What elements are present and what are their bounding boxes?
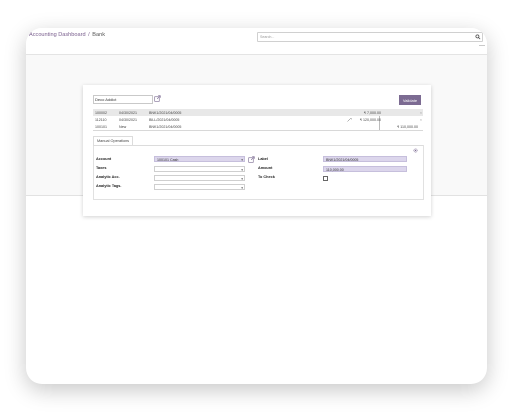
- line-label: BNK1/2021/04/0005: [149, 110, 182, 115]
- search-box: [257, 32, 483, 42]
- app-window: Accounting Dashboard / Bank Validate: [26, 28, 487, 384]
- search-icon[interactable]: [475, 33, 481, 40]
- table-row[interactable]: 100101 New BNK1/2021/04/0005 ₹ 110,000.0…: [93, 123, 423, 131]
- tab-divider: [93, 145, 423, 146]
- analytic-tags-select[interactable]: ▾: [154, 184, 245, 190]
- dropdown-caret-icon: ▾: [241, 168, 243, 172]
- account-select[interactable]: 100101 Cash ▾: [154, 156, 245, 162]
- gear-icon[interactable]: [413, 148, 418, 153]
- breadcrumb-dashboard-link[interactable]: Accounting Dashboard: [29, 32, 86, 38]
- edit-icon[interactable]: [347, 117, 352, 122]
- line-account-code: 112110: [95, 117, 107, 122]
- analytic-tags-label: Analytic Tags.: [96, 184, 122, 188]
- line-date: 04/30/2021: [119, 117, 137, 122]
- content-area: Validate 100002 04/30/2021 BNK1/2021/04/…: [26, 55, 487, 216]
- external-link-icon[interactable]: [248, 156, 255, 163]
- search-input[interactable]: [260, 34, 470, 40]
- dropdown-caret-icon: ▾: [241, 177, 243, 181]
- line-account-code: 100002: [95, 110, 107, 115]
- dropdown-caret-icon: ▾: [241, 158, 243, 162]
- line-date: 04/30/2021: [119, 110, 137, 115]
- manual-operations-panel: [93, 145, 424, 200]
- amount-label: Amount: [258, 166, 273, 170]
- validate-button[interactable]: Validate: [399, 95, 421, 105]
- line-label: BNK1/2021/04/0005: [149, 124, 182, 129]
- to-check-checkbox[interactable]: [323, 176, 328, 181]
- breadcrumb-current: Bank: [92, 32, 106, 38]
- account-value: 100101 Cash: [157, 158, 179, 162]
- label-input[interactable]: BNK1/2021/04/0005: [323, 156, 407, 162]
- breadcrumb: Accounting Dashboard / Bank: [29, 32, 105, 38]
- amount-input[interactable]: 110,000.00: [323, 166, 407, 172]
- label-field-label: Label: [258, 157, 268, 161]
- line-credit: ₹ 110,000.00: [396, 124, 418, 129]
- line-debit: ₹ 120,000.00: [359, 117, 381, 122]
- label-input-value: BNK1/2021/04/0005: [326, 158, 359, 162]
- partner-input[interactable]: [95, 96, 150, 103]
- analytic-account-label: Analytic Acc.: [96, 175, 120, 179]
- pager-indicator: [479, 45, 485, 46]
- to-check-label: To Check: [258, 175, 275, 179]
- table-row[interactable]: 100002 04/30/2021 BNK1/2021/04/0005 ₹ 7,…: [93, 109, 423, 116]
- account-label: Account: [96, 157, 112, 161]
- amount-input-value: 110,000.00: [326, 168, 344, 172]
- breadcrumb-separator: /: [88, 32, 90, 38]
- line-date: New: [119, 124, 127, 129]
- taxes-label: Taxes: [96, 166, 107, 170]
- partner-field: [93, 95, 153, 104]
- line-account-code: 100101: [95, 124, 107, 129]
- table-row[interactable]: 112110 04/30/2021 BILL/2021/04/0005 ₹ 12…: [93, 116, 423, 123]
- line-label: BILL/2021/04/0005: [149, 117, 180, 122]
- reconciliation-lines-table: 100002 04/30/2021 BNK1/2021/04/0005 ₹ 7,…: [93, 109, 423, 131]
- external-link-icon[interactable]: [154, 95, 161, 102]
- analytic-account-select[interactable]: ▾: [154, 175, 245, 181]
- remove-line-icon[interactable]: ×: [420, 118, 422, 122]
- dropdown-caret-icon: ▾: [241, 186, 243, 190]
- taxes-select[interactable]: ▾: [154, 166, 245, 172]
- line-debit: ₹ 7,000.00: [363, 110, 381, 115]
- reconciliation-card: Validate 100002 04/30/2021 BNK1/2021/04/…: [83, 85, 431, 216]
- remove-line-icon[interactable]: ×: [420, 111, 422, 115]
- top-bar: Accounting Dashboard / Bank: [26, 28, 487, 55]
